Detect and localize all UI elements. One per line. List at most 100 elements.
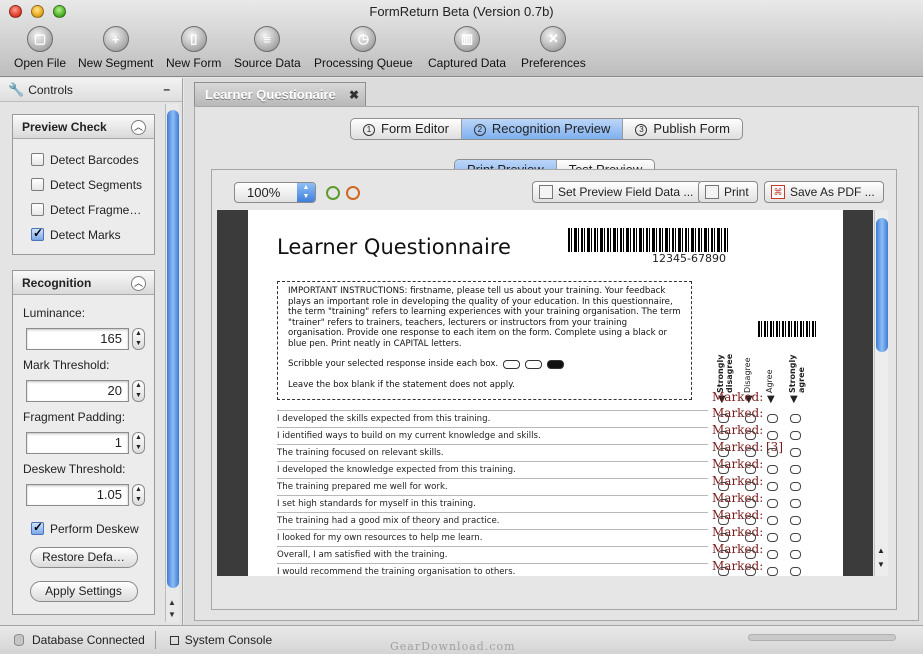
toolbar-button-4[interactable]: ◷ Processing Queue xyxy=(308,26,419,70)
zoom-value: 100% xyxy=(247,185,281,200)
response-bubble xyxy=(790,499,801,508)
restore-defaults-button[interactable]: Restore Defa… xyxy=(29,547,138,568)
collapse-icon[interactable]: ︿ xyxy=(131,120,146,135)
scroll-up-icon[interactable]: ▲ xyxy=(877,546,885,555)
response-bubble xyxy=(745,482,756,491)
new-form-icon: ▯ xyxy=(180,26,207,52)
console-icon xyxy=(169,635,179,645)
response-bubble xyxy=(745,533,756,542)
toolbar-button-6[interactable]: ✕ Preferences xyxy=(515,26,592,70)
question-row: The training had a good mix of theory an… xyxy=(277,512,708,529)
mode-tabs: 1 Form Editor 2 Recognition Preview 3 Publish… xyxy=(350,118,743,140)
database-status[interactable]: Database Connected xyxy=(0,633,155,647)
luminance-stepper[interactable]: ▲ ▼ xyxy=(132,328,145,350)
set-preview-field-data-button[interactable]: Set Preview Field Data ... xyxy=(532,181,703,203)
deskew-threshold-input[interactable]: 1.05 xyxy=(26,484,129,506)
scribbled-bubble-icon xyxy=(547,359,565,369)
marked-label: Marked: xyxy=(712,390,764,404)
scribble-text: Scribble your selected response inside e… xyxy=(288,359,499,369)
print-label: Print xyxy=(724,185,749,199)
toolbar-button-2[interactable]: ▯ New Form xyxy=(160,26,227,70)
toolbar-label: Captured Data xyxy=(428,56,507,70)
print-preview-pane: 100% ▲ ▼ Set Preview Field Data ... Print… xyxy=(211,169,897,610)
response-bubble xyxy=(718,567,729,576)
question-row: I developed the knowledge expected from … xyxy=(277,461,708,478)
preview-check-item[interactable]: Detect Barcodes xyxy=(13,147,154,172)
response-bubble xyxy=(790,431,801,440)
paper-viewport: Learner Questionnaire 12345-67890 IMPORT… xyxy=(217,210,873,576)
collapse-icon[interactable]: ︿ xyxy=(131,276,146,291)
open-file-icon: ▢ xyxy=(27,26,54,52)
controls-header: 🔧 Controls – xyxy=(0,78,182,102)
fragment-padding-stepper[interactable]: ▲ ▼ xyxy=(132,432,145,454)
zoom-out-icon[interactable] xyxy=(346,186,360,200)
controls-scrollbar[interactable]: ▲ ▼ xyxy=(165,104,179,622)
toolbar-label: Open File xyxy=(14,56,67,70)
response-bubble xyxy=(767,414,778,423)
print-button[interactable]: Print xyxy=(698,181,758,203)
mode-tab-label: Form Editor xyxy=(381,121,449,136)
preview-check-item[interactable]: Detect Fragme… xyxy=(13,197,154,222)
toolbar-label: Preferences xyxy=(521,56,586,70)
preview-scrollbar[interactable]: ▲ ▼ xyxy=(874,210,888,576)
mark-threshold-stepper[interactable]: ▲ ▼ xyxy=(132,380,145,402)
mode-tab[interactable]: 3 Publish Form xyxy=(623,119,742,139)
mode-tab[interactable]: 1 Form Editor xyxy=(351,119,462,139)
question-row: The training focused on relevant skills. xyxy=(277,444,708,461)
apply-settings-button[interactable]: Apply Settings xyxy=(29,581,138,602)
blank-text: Leave the box blank if the statement doe… xyxy=(288,379,515,390)
toolbar-button-1[interactable]: + New Segment xyxy=(72,26,159,70)
luminance-input[interactable]: 165 xyxy=(26,328,129,350)
toolbar-button-0[interactable]: ▢ Open File xyxy=(8,26,72,70)
preview-check-item[interactable]: Detect Marks xyxy=(13,222,154,247)
minimize-controls-button[interactable]: – xyxy=(163,82,170,96)
column-header: Strongly disagree xyxy=(716,353,734,393)
perform-deskew-label: Perform Deskew xyxy=(50,521,139,536)
system-console-button[interactable]: System Console xyxy=(156,633,282,647)
response-bubble xyxy=(718,499,729,508)
main-area: Learner Questionaire ✖ 1 Form Editor 2 Reco… xyxy=(184,78,923,625)
toolbar-button-3[interactable]: ≡ Source Data xyxy=(228,26,307,70)
scroll-down-icon[interactable]: ▼ xyxy=(877,560,885,569)
preview-check-label: Detect Segments xyxy=(50,177,143,192)
preview-check-group: Preview Check ︿ Detect Barcodes Detect Se… xyxy=(12,114,155,255)
preview-check-label: Detect Marks xyxy=(50,227,121,242)
question-row: The training prepared me well for work. xyxy=(277,478,708,495)
response-bubble xyxy=(790,465,801,474)
checkbox-icon[interactable] xyxy=(31,203,44,216)
save-as-pdf-button[interactable]: ⌘ Save As PDF ... xyxy=(764,181,884,203)
zoom-in-icon[interactable] xyxy=(326,186,340,200)
deskew-threshold-stepper[interactable]: ▲ ▼ xyxy=(132,484,145,506)
scroll-down-icon[interactable]: ▼ xyxy=(168,610,176,619)
checkbox-icon[interactable] xyxy=(31,178,44,191)
chevron-updown-icon[interactable]: ▲ ▼ xyxy=(297,183,315,202)
checkbox-icon[interactable] xyxy=(31,153,44,166)
controls-title: Controls xyxy=(28,82,73,97)
question-row: I would recommend the training organisat… xyxy=(277,563,708,576)
checkbox-icon[interactable] xyxy=(31,520,44,535)
fragment-padding-input[interactable]: 1 xyxy=(26,432,129,454)
mode-tab[interactable]: 2 Recognition Preview xyxy=(461,119,624,139)
close-tab-icon[interactable]: ✖ xyxy=(349,88,359,102)
scrollbar-thumb[interactable] xyxy=(876,218,888,352)
wrench-icon: 🔧 xyxy=(8,81,25,97)
response-bubble xyxy=(745,431,756,440)
preview-check-item[interactable]: Detect Segments xyxy=(13,172,154,197)
document-tab[interactable]: Learner Questionaire ✖ xyxy=(194,82,366,106)
response-bubble xyxy=(790,567,801,576)
response-bubble xyxy=(767,431,778,440)
status-bar: Database Connected System Console GearDo… xyxy=(0,625,923,654)
database-icon xyxy=(14,634,24,646)
checkbox-icon[interactable] xyxy=(31,226,44,241)
perform-deskew-checkbox[interactable]: Perform Deskew xyxy=(13,516,154,541)
zoom-select[interactable]: 100% ▲ ▼ xyxy=(234,182,316,203)
mark-threshold-input[interactable]: 20 xyxy=(26,380,129,402)
scrollbar-thumb[interactable] xyxy=(167,110,179,588)
captured-data-icon: ▥ xyxy=(454,26,481,52)
column-header: Disagree xyxy=(743,357,752,394)
response-bubble xyxy=(718,482,729,491)
scroll-up-icon[interactable]: ▲ xyxy=(168,598,176,607)
number-circle-icon: 3 xyxy=(635,124,648,136)
toolbar-button-5[interactable]: ▥ Captured Data xyxy=(422,26,512,70)
response-bubble xyxy=(790,516,801,525)
